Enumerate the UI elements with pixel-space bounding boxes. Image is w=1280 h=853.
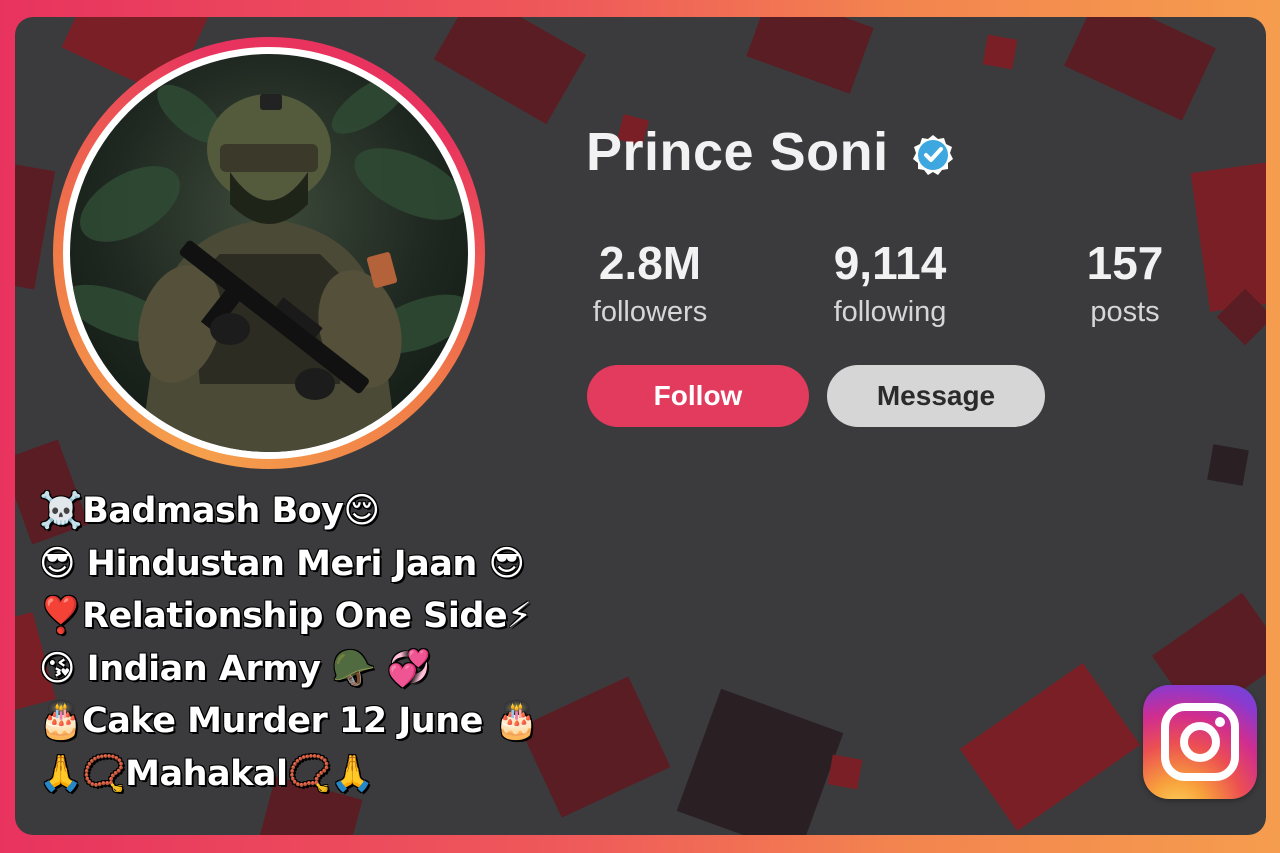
stat-following[interactable]: 9,114 following [810, 237, 970, 331]
bg-shape [1064, 17, 1216, 121]
stat-value: 9,114 [833, 237, 947, 289]
bio-line: 😎 Hindustan Meri Jaan 😎 [39, 543, 525, 584]
avatar[interactable] [70, 54, 468, 452]
bio: ☠️Badmash Boy😌 😎 Hindustan Meri Jaan 😎 ❣… [39, 485, 538, 800]
bio-line: ❣️Relationship One Side⚡ [39, 596, 532, 636]
bg-shape [746, 17, 874, 94]
bio-line: 😘 Indian Army 🪖 💞 [39, 648, 431, 689]
instagram-icon[interactable] [1143, 685, 1257, 799]
stat-posts[interactable]: 157 posts [1075, 237, 1175, 331]
bio-line: 🙏📿Mahakal📿🙏 [39, 753, 374, 794]
bg-shape [1207, 444, 1249, 486]
profile-name: Prince Soni [586, 122, 889, 182]
verified-badge-icon [913, 135, 953, 175]
bg-shape [433, 17, 587, 125]
stat-label: followers [592, 296, 708, 328]
bg-shape [827, 754, 863, 790]
stat-label: posts [1090, 296, 1160, 328]
bg-shape [959, 663, 1141, 831]
profile-card: Prince Soni 2.8M followers 9,114 followi… [15, 17, 1266, 835]
bio-line: 🎂Cake Murder 12 June 🎂 [39, 701, 538, 741]
stat-value: 157 [1086, 237, 1164, 289]
bg-shape [519, 676, 671, 818]
stat-followers[interactable]: 2.8M followers [575, 237, 725, 331]
bio-line: ☠️Badmash Boy😌 [39, 491, 380, 531]
stat-label: following [833, 296, 947, 328]
message-button[interactable]: Message [827, 365, 1045, 427]
bg-shape [1190, 162, 1266, 312]
bg-shape [676, 688, 844, 835]
bg-shape [15, 164, 56, 290]
soldier-avatar-icon [70, 74, 468, 452]
bg-shape [982, 34, 1018, 70]
avatar-ring[interactable] [53, 37, 485, 469]
instagram-logo-icon [1161, 703, 1239, 781]
follow-button[interactable]: Follow [587, 365, 809, 427]
stat-value: 2.8M [598, 237, 702, 289]
